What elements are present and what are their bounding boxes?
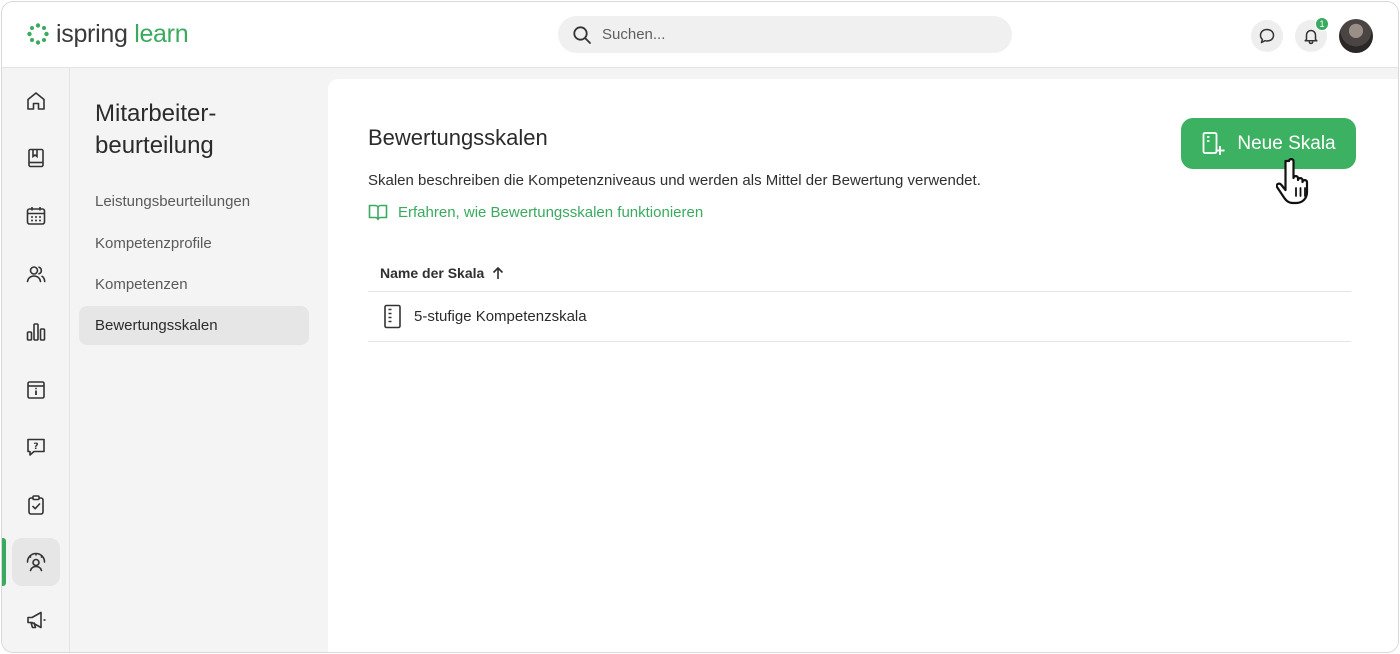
active-indicator: [2, 538, 6, 586]
table-row[interactable]: 5-stufige Kompetenzskala: [368, 292, 1351, 342]
calendar-icon: [26, 207, 46, 225]
scale-document-icon: [384, 304, 401, 328]
nav-info[interactable]: [12, 366, 60, 414]
help-link[interactable]: Erfahren, wie Bewertungsskalen funktioni…: [368, 203, 703, 221]
top-bar: ispring learn 1: [2, 2, 1398, 68]
main-content: Bewertungsskalen Skalen beschreiben die …: [328, 79, 1398, 652]
logo[interactable]: ispring learn: [26, 18, 189, 50]
clipboard-check-icon: [28, 495, 44, 515]
app-window: ispring learn 1: [1, 1, 1399, 653]
page-description: Skalen beschreiben die Kompetenzniveaus …: [368, 172, 981, 189]
performance-review-icon: [26, 552, 46, 572]
chat-icon: [1259, 28, 1275, 44]
hand-pointer-icon: [1276, 158, 1309, 205]
nav-announcements[interactable]: [12, 596, 60, 644]
subnav-item-kompetenzprofile[interactable]: Kompetenzprofile: [79, 224, 309, 263]
table-header-name[interactable]: Name der Skala: [368, 255, 1351, 292]
scales-table: Name der Skala 5-stufige Kompetenzskala: [368, 255, 1351, 342]
users-icon: [26, 266, 46, 283]
help-link-label: Erfahren, wie Bewertungsskalen funktioni…: [398, 203, 704, 221]
column-header-label: Name der Skala: [380, 265, 485, 281]
section-nav: Mitarbeiter-beurteilung Leistungsbeurtei…: [71, 68, 327, 652]
nav-library[interactable]: [12, 134, 60, 182]
user-avatar[interactable]: [1339, 19, 1373, 53]
subnav-item-kompetenzen[interactable]: Kompetenzen: [79, 265, 309, 304]
nav-tasks[interactable]: [12, 481, 60, 529]
nav-home[interactable]: [12, 77, 60, 125]
new-scale-button[interactable]: Neue Skala: [1181, 118, 1356, 169]
nav-calendar[interactable]: [12, 192, 60, 240]
logo-icon: [27, 23, 49, 45]
icon-rail: ?: [2, 68, 70, 652]
search-icon: [573, 25, 591, 44]
subnav-item-label: Leistungsbeurteilungen: [95, 193, 251, 210]
megaphone-icon: [27, 611, 46, 629]
notification-badge: 1: [1315, 17, 1329, 31]
search-bar[interactable]: [558, 16, 1012, 53]
subnav-item-leistungsbeurteilungen[interactable]: Leistungsbeurteilungen: [79, 182, 309, 221]
subnav-item-label: Kompetenzprofile: [95, 235, 212, 252]
search-input[interactable]: [602, 26, 982, 43]
question-chat-icon: ?: [27, 438, 45, 456]
page-title: Bewertungsskalen: [368, 125, 548, 150]
subnav-item-bewertungsskalen[interactable]: Bewertungsskalen: [79, 306, 309, 345]
home-icon: [27, 92, 45, 110]
section-title: Mitarbeiter-beurteilung: [95, 100, 217, 159]
open-book-icon: [368, 204, 388, 221]
sort-ascending-icon: [493, 267, 504, 279]
subnav-item-label: Bewertungsskalen: [95, 317, 218, 334]
logo-text: ispring learn: [56, 19, 189, 48]
book-icon: [28, 148, 44, 168]
nav-questions[interactable]: ?: [12, 423, 60, 471]
nav-reports[interactable]: [12, 308, 60, 356]
notifications-button[interactable]: 1: [1295, 17, 1329, 52]
svg-text:?: ?: [33, 442, 38, 452]
bar-chart-icon: [26, 323, 46, 341]
new-scale-button-label: Neue Skala: [1237, 132, 1336, 154]
info-box-icon: [27, 381, 45, 399]
add-document-icon: [1202, 131, 1225, 155]
subnav-item-label: Kompetenzen: [95, 276, 188, 293]
scale-name: 5-stufige Kompetenzskala: [414, 308, 587, 325]
nav-users[interactable]: [12, 250, 60, 298]
nav-performance-review[interactable]: [12, 538, 60, 586]
chat-button[interactable]: [1251, 20, 1283, 52]
